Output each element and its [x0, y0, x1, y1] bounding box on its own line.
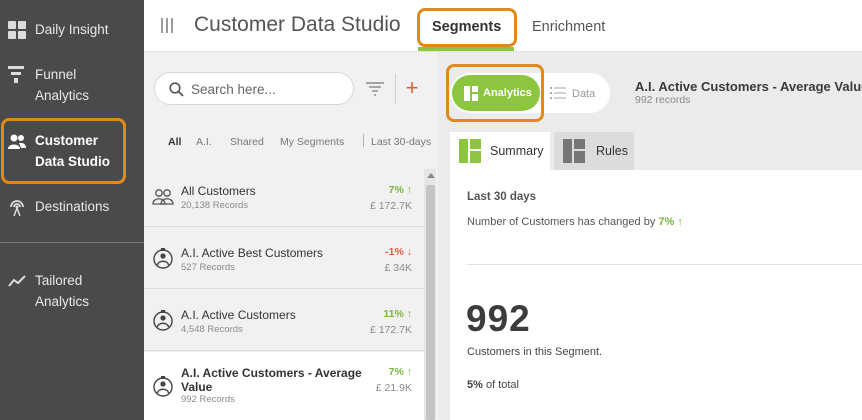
filter-divider	[363, 134, 364, 147]
highlight-annotation	[446, 64, 544, 122]
share-of-total: 5% of total	[467, 379, 519, 391]
tab-segments[interactable]: Segments	[432, 19, 501, 35]
filter-my-segments[interactable]: My Segments	[280, 136, 344, 148]
arrow-down-icon: ↓	[406, 246, 412, 258]
filter-ai[interactable]: A.I.	[196, 136, 212, 148]
list-scrollbar-thumb[interactable]	[426, 185, 435, 420]
filter-icon[interactable]	[366, 82, 384, 96]
tab-enrichment[interactable]: Enrichment	[532, 19, 605, 35]
segment-detail-panel: Analytics Data A.I. Active Customers - A…	[438, 52, 862, 420]
grid-icon	[8, 21, 26, 39]
filter-last-30-days[interactable]: Last 30-days	[371, 136, 431, 148]
segment-title: A.I. Active Customers - Average Value	[635, 79, 862, 94]
page-title: Customer Data Studio	[194, 13, 401, 36]
tab-summary[interactable]: Summary	[450, 132, 550, 170]
segment-records: 527 Records	[181, 262, 235, 273]
rules-icon	[563, 139, 585, 163]
scroll-up-icon[interactable]	[427, 173, 435, 178]
segment-amount: £ 172.7K	[369, 324, 412, 336]
ai-segment-icon	[153, 376, 173, 397]
segment-list-panel: + All A.I. Shared My Segments Last 30-da…	[144, 52, 438, 420]
trend-icon	[8, 275, 26, 287]
count-caption: Customers in this Segment.	[467, 346, 603, 358]
add-segment-icon[interactable]: +	[403, 77, 421, 99]
filter-all[interactable]: All	[168, 136, 181, 148]
segment-name: A.I. Active Customers - Average Value	[181, 366, 362, 394]
search-icon	[169, 82, 184, 97]
panel-toggle-icon[interactable]	[161, 18, 173, 33]
sidebar-item-label: Daily Insight	[35, 22, 109, 37]
toolbar-divider	[395, 74, 396, 104]
arrow-up-icon: ↑	[677, 216, 683, 228]
list-icon	[550, 87, 566, 99]
broadcast-icon	[10, 200, 24, 216]
filter-shared[interactable]: Shared	[230, 136, 264, 148]
segment-amount: £ 172.7K	[369, 200, 412, 212]
ai-segment-icon	[153, 248, 173, 269]
search-input[interactable]	[191, 79, 346, 99]
tab-rules[interactable]: Rules	[554, 132, 634, 170]
segment-change: 7% ↑	[388, 184, 412, 196]
segment-name: All Customers	[181, 184, 256, 198]
segment-name: A.I. Active Best Customers	[181, 246, 324, 260]
arrow-up-icon: ↑	[406, 184, 412, 196]
segment-record-count: 992 records	[635, 94, 691, 106]
segment-name: A.I. Active Customers	[181, 308, 296, 322]
divider	[467, 264, 862, 265]
period-label: Last 30 days	[467, 191, 537, 203]
search-box[interactable]	[154, 72, 354, 105]
list-item-selected[interactable]: A.I. Active Customers - Average Value 99…	[144, 352, 424, 420]
summary-card: Last 30 days Number of Customers has cha…	[450, 170, 862, 420]
users-icon	[8, 134, 26, 149]
change-summary: Number of Customers has changed by 7% ↑	[467, 216, 683, 228]
sidebar-item-label: Tailored	[35, 273, 83, 288]
sidebar-item-label: Analytics	[35, 88, 90, 103]
sidebar-item-label: Funnel	[35, 67, 77, 82]
list-item[interactable]: All Customers 20,138 Records 7% ↑ £ 172.…	[144, 166, 424, 227]
segment-amount: £ 34K	[384, 262, 412, 274]
list-item[interactable]: A.I. Active Best Customers 527 Records -…	[144, 228, 424, 289]
segment-change: -1% ↓	[385, 246, 412, 258]
summary-icon	[459, 139, 481, 163]
top-header: Customer Data Studio Segments Enrichment	[144, 0, 862, 52]
ai-segment-icon	[153, 310, 173, 331]
sidebar: Daily Insight Funnel Analytics Customer …	[0, 0, 144, 420]
segment-change: 7% ↑	[388, 366, 412, 378]
arrow-up-icon: ↑	[406, 308, 412, 320]
customers-group-icon	[152, 189, 174, 205]
segment-records: 4,548 Records	[181, 324, 243, 335]
active-tab-indicator	[418, 47, 514, 51]
data-view-button[interactable]: Data	[550, 75, 606, 111]
funnel-icon	[8, 66, 24, 83]
sidebar-item-label: Analytics	[35, 294, 90, 309]
segment-customer-count: 992	[466, 298, 531, 339]
sidebar-item-label: Destinations	[35, 199, 110, 214]
sidebar-item-label: Customer	[35, 133, 99, 148]
arrow-up-icon: ↑	[406, 366, 412, 378]
segment-amount: £ 21.9K	[375, 382, 412, 394]
segment-records: 20,138 Records	[181, 200, 249, 211]
list-item[interactable]: A.I. Active Customers 4,548 Records 11% …	[144, 290, 424, 351]
segment-change: 11% ↑	[383, 308, 412, 320]
sidebar-item-label: Data Studio	[35, 154, 111, 169]
sidebar-divider	[0, 242, 144, 243]
segment-records: 992 Records	[181, 394, 235, 405]
